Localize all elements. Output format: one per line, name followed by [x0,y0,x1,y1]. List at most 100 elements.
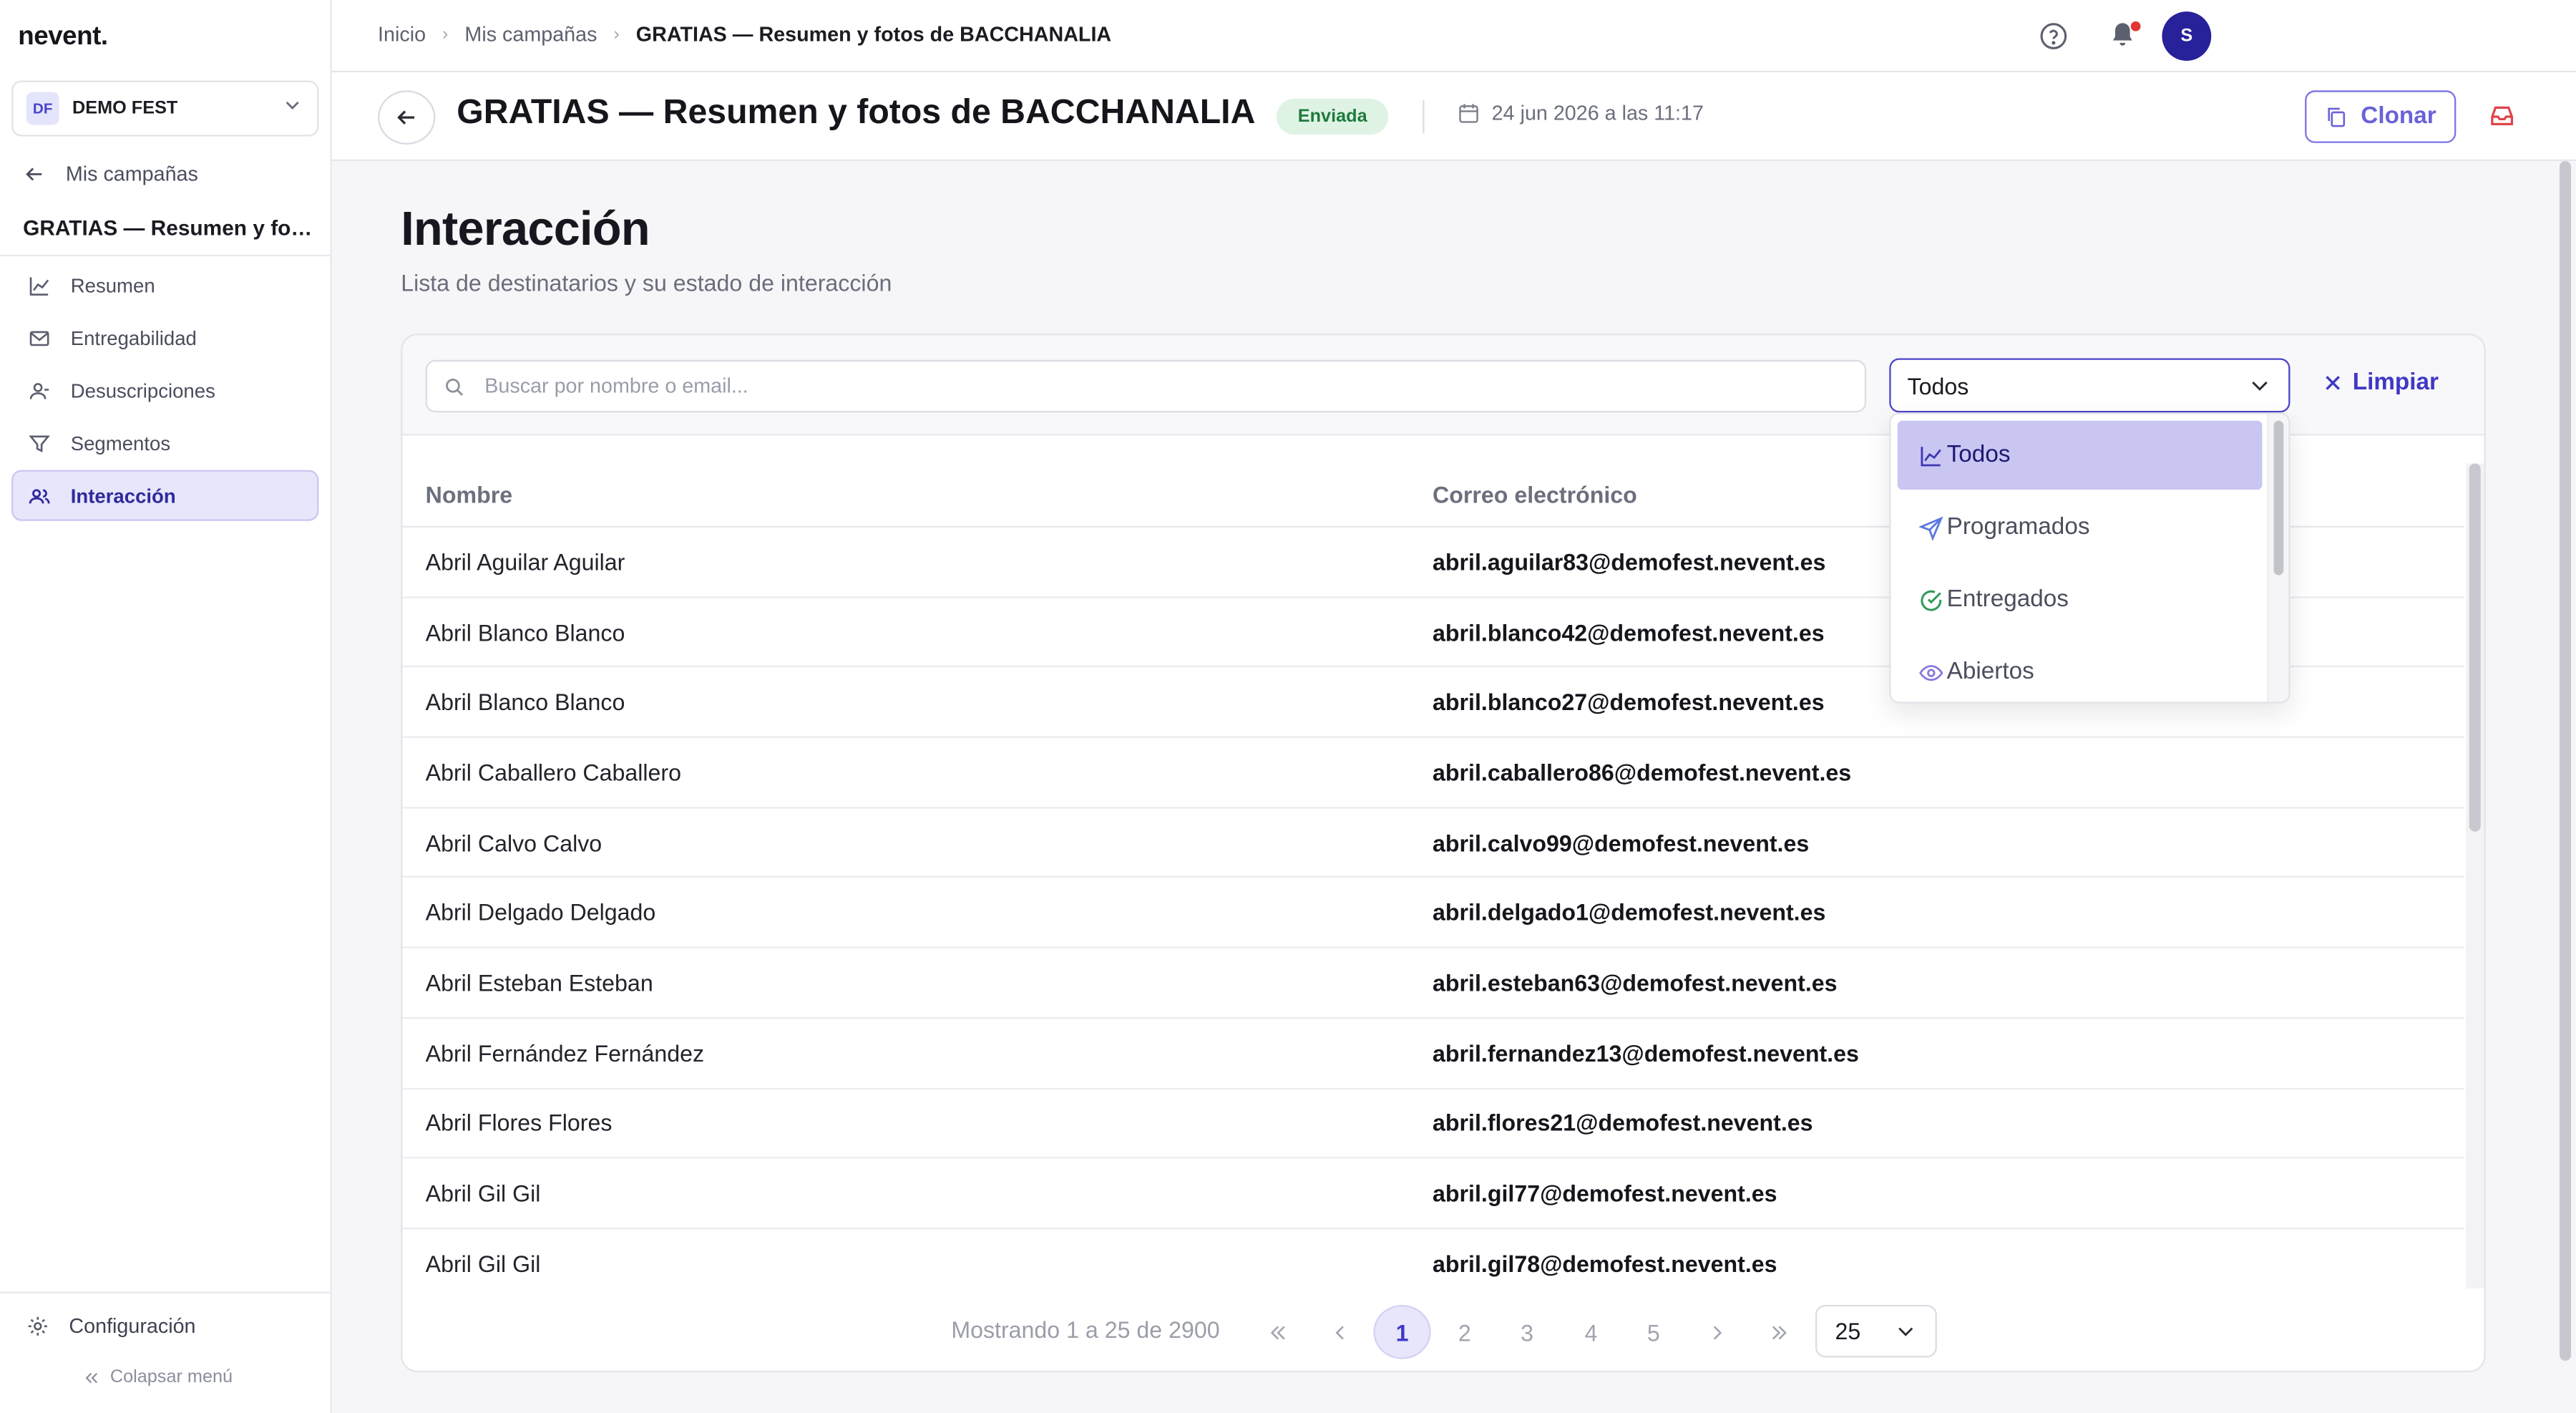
search-box[interactable] [425,359,1867,413]
table-row[interactable]: Abril Esteban Esteban abril.esteban63@de… [402,948,2464,1019]
users-icon [29,488,50,503]
page-button-2[interactable]: 2 [1436,1305,1493,1359]
filter-option-label: Entregados [1946,586,2069,613]
page-button-5[interactable]: 5 [1625,1305,1682,1359]
filter-option-label: Programados [1946,514,2090,541]
check-circle-icon [1921,589,1942,611]
sidebar-item-segmentos[interactable]: Segmentos [11,417,318,468]
row-email: abril.caballero86@demofest.nevent.es [1433,759,1852,786]
settings-link[interactable]: Configuración [26,1315,196,1338]
back-button[interactable] [378,90,436,145]
table-row[interactable]: Abril Calvo Calvo abril.calvo99@demofest… [402,808,2464,879]
table-row[interactable]: Abril Gil Gil abril.gil78@demofest.neven… [402,1229,2464,1288]
mail-icon [29,330,49,346]
arrow-left-icon [397,110,414,125]
eye-icon [1919,664,1943,681]
divider [0,254,332,257]
table-row[interactable]: Abril Fernández Fernández abril.fernande… [402,1019,2464,1089]
avatar[interactable]: S [2162,11,2212,61]
chevron-right-icon: › [613,24,620,44]
prev-page-button[interactable] [1311,1305,1368,1359]
section-subheading: Lista de destinatarios y su estado de in… [401,269,892,296]
page-scrollbar-thumb[interactable] [2560,160,2572,1361]
chevrons-left-icon [85,1371,98,1383]
sidebar-item-desuscripciones[interactable]: Desuscripciones [11,365,318,416]
clone-button[interactable]: Clonar [2305,90,2457,143]
chevron-right-icon [1712,1325,1722,1339]
org-selector[interactable]: DF DEMO FEST [11,80,319,137]
clear-filters-button[interactable]: Limpiar [2323,370,2439,396]
row-email: abril.blanco42@demofest.nevent.es [1433,618,1825,646]
sidebar-item-resumen[interactable]: Resumen [11,260,318,311]
pagination: Mostrando 1 a 25 de 2900 1 2 3 4 5 25 [402,1301,2484,1361]
sidebar-item-interaccion[interactable]: Interacción [11,470,319,521]
page-title: GRATIAS — Resumen y fotos de BACCHANALIA [457,93,1256,132]
back-link-label: Mis campañas [65,162,198,186]
row-email: abril.delgado1@demofest.nevent.es [1433,899,1826,926]
sidebar: nevent. DF DEMO FEST Mis campañas GRATIA… [0,0,332,1413]
table-row[interactable]: Abril Gil Gil abril.gil77@demofest.neven… [402,1159,2464,1230]
page-button-4[interactable]: 4 [1562,1305,1619,1359]
table-row[interactable]: Abril Caballero Caballero abril.caballer… [402,738,2464,809]
status-badge: Enviada [1276,98,1389,135]
table-scrollbar-thumb[interactable] [2469,463,2481,832]
help-icon[interactable] [2039,21,2068,51]
table-row[interactable]: Abril Delgado Delgado abril.delgado1@dem… [402,878,2464,949]
org-avatar: DF [26,92,59,125]
settings-label: Configuración [69,1314,196,1338]
row-name: Abril Esteban Esteban [425,969,653,996]
inbox-icon[interactable] [2489,102,2515,128]
row-email: abril.fernandez13@demofest.nevent.es [1433,1039,1859,1067]
row-name: Abril Gil Gil [425,1180,541,1207]
filter-option-abiertos[interactable]: Abiertos [1898,638,2263,702]
breadcrumb-inicio[interactable]: Inicio [378,23,426,46]
back-to-campaigns-link[interactable]: Mis campañas [23,162,198,185]
filter-option-entregados[interactable]: Entregados [1898,565,2263,634]
sidebar-item-entregabilidad[interactable]: Entregabilidad [11,312,318,363]
campaign-header: GRATIAS — Resumen y fotos de BACCHANALIA… [331,74,2576,161]
table-row[interactable]: Abril Flores Flores abril.flores21@demof… [402,1089,2464,1160]
sidebar-item-label: Segmentos [70,431,171,455]
user-minus-icon [29,382,49,399]
breadcrumb-mis-campanas[interactable]: Mis campañas [464,23,597,46]
topbar: Inicio › Mis campañas › GRATIAS — Resume… [331,0,2576,73]
last-page-button[interactable] [1750,1305,1807,1359]
row-name: Abril Gil Gil [425,1250,541,1277]
logo: nevent. [18,23,108,52]
next-page-button[interactable] [1687,1305,1745,1359]
notification-dot [2130,21,2141,31]
menu-scrollbar-thumb[interactable] [2273,420,2284,576]
page-button-3[interactable]: 3 [1498,1305,1556,1359]
filter-option-todos[interactable]: Todos [1897,420,2263,490]
row-name: Abril Caballero Caballero [425,759,681,786]
status-filter-menu: Todos Programados Entregados Abiertos [1889,412,2290,704]
row-email: abril.esteban63@demofest.nevent.es [1433,969,1838,996]
collapse-menu-button[interactable]: Colapsar menú [82,1367,233,1387]
column-header-name[interactable]: Nombre [402,482,1433,508]
breadcrumb-current: GRATIAS — Resumen y fotos de BACCHANALIA [635,23,1112,47]
page-button-1[interactable]: 1 [1373,1304,1431,1359]
per-page-select[interactable]: 25 [1815,1304,1937,1358]
column-header-email[interactable]: Correo electrónico [1433,482,1637,508]
search-icon [446,377,463,395]
status-filter-select[interactable]: Todos [1889,358,2290,413]
row-email: abril.calvo99@demofest.nevent.es [1433,829,1810,856]
send-date: 24 jun 2026 a las 11:17 [1457,102,1704,125]
chevrons-left-icon [1269,1325,1284,1339]
section-heading: Interacción [401,203,650,257]
row-name: Abril Delgado Delgado [425,899,656,926]
filter-option-programados[interactable]: Programados [1898,493,2263,562]
chevron-right-icon: › [442,24,449,44]
breadcrumb: Inicio › Mis campañas › GRATIAS — Resume… [378,23,1111,46]
pagination-info: Mostrando 1 a 25 de 2900 [951,1316,1220,1343]
chevron-left-icon [1335,1325,1343,1339]
close-icon [2326,376,2341,390]
copy-icon [2328,107,2346,127]
row-email: abril.flores21@demofest.nevent.es [1433,1109,1813,1137]
row-name: Abril Fernández Fernández [425,1039,705,1067]
clone-button-label: Clonar [2361,103,2436,130]
first-page-button[interactable] [1249,1305,1306,1359]
send-date-text: 24 jun 2026 a las 11:17 [1491,102,1704,125]
search-input[interactable] [484,374,1800,398]
sidebar-item-label: Resumen [70,273,155,297]
